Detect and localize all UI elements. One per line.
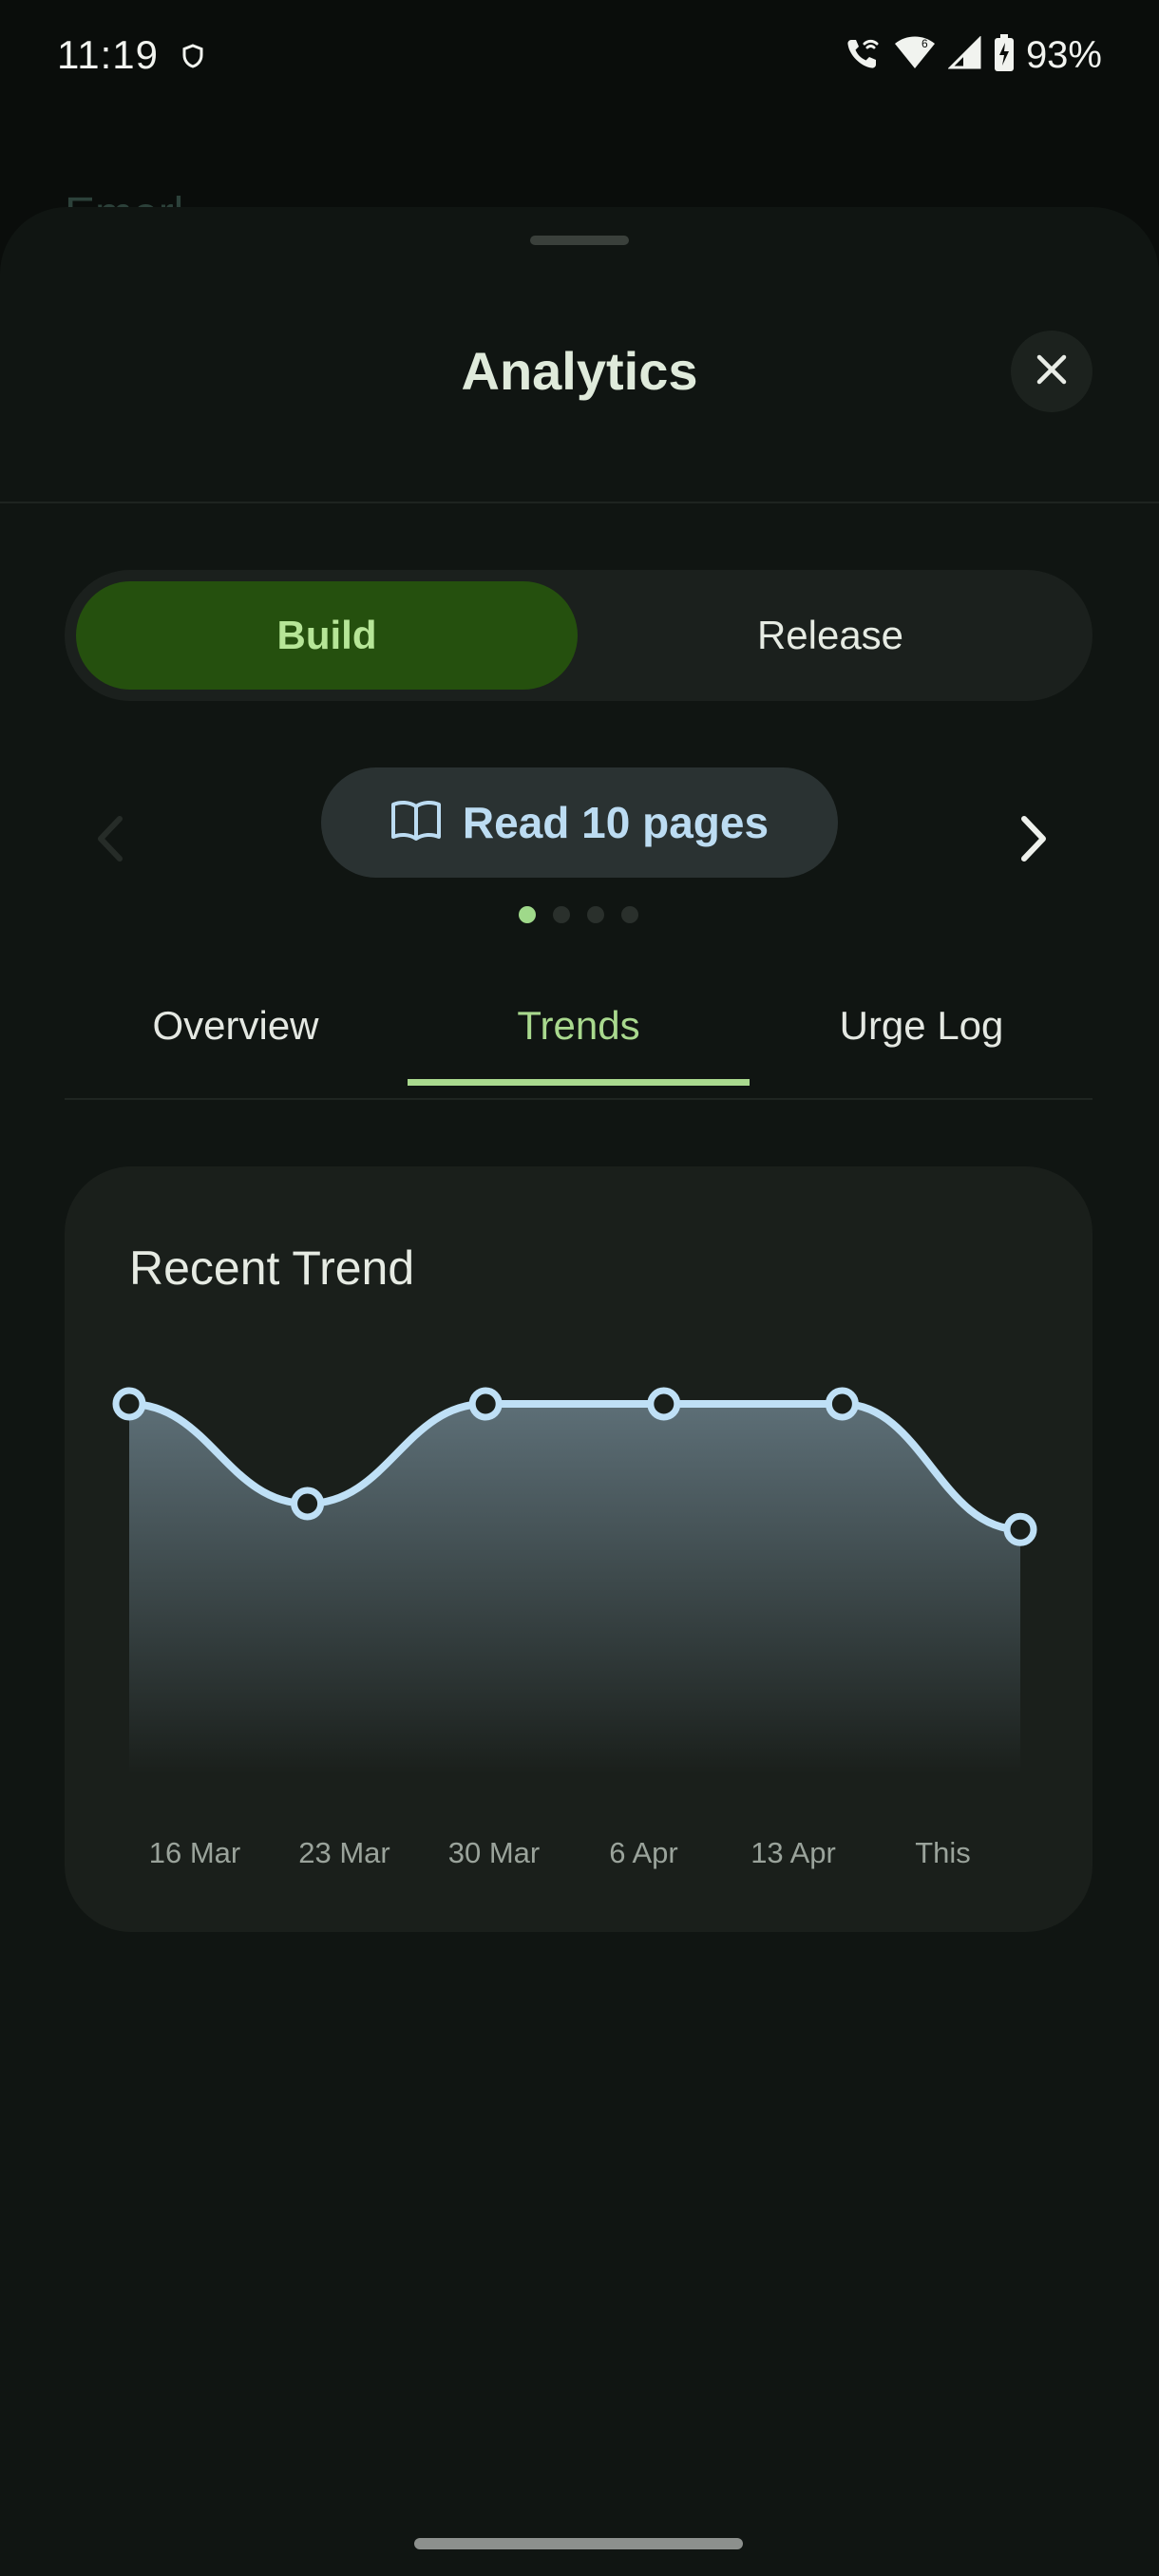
tab-overview[interactable]: Overview (65, 967, 407, 1085)
wifi-icon: 6 (893, 34, 937, 77)
signal-icon (947, 35, 982, 75)
status-time: 11:19 (57, 32, 159, 77)
close-icon (1036, 353, 1068, 390)
x-tick-label: 6 Apr (609, 1836, 677, 1869)
analytics-sheet: Analytics Build Release Read 10 pages Ov… (0, 207, 1159, 2576)
x-tick-label: 13 Apr (750, 1836, 836, 1869)
battery-charging-icon (994, 34, 1015, 77)
page-dot-active (519, 906, 536, 923)
page-dot (553, 906, 570, 923)
trend-point (825, 1387, 859, 1421)
chevron-right-icon[interactable] (1018, 815, 1049, 867)
trend-point (291, 1487, 325, 1521)
wifi-call-icon (844, 34, 882, 77)
chevron-left-icon[interactable] (95, 815, 125, 867)
trend-point (468, 1387, 503, 1421)
drag-handle[interactable] (530, 236, 629, 245)
trend-chart: 16 Mar 23 Mar 30 Mar 6 Apr 13 Apr This (112, 1387, 1037, 1869)
tab-selected-indicator (408, 1079, 750, 1086)
sheet-title: Analytics (461, 341, 698, 401)
page-indicator (519, 906, 638, 923)
trend-point (647, 1387, 681, 1421)
tabs-divider (65, 1098, 1092, 1100)
segment-release[interactable]: Release (580, 581, 1081, 690)
page-dot (621, 906, 638, 923)
build-release-toggle: Build Release (65, 570, 1092, 701)
close-button[interactable] (1011, 331, 1092, 412)
segment-build[interactable]: Build (76, 581, 578, 690)
recent-trend-card: Recent Trend 16 Mar 23 Mar 30 Mar 6 Apr 13 A… (65, 1166, 1092, 1932)
x-tick-label: 30 Mar (448, 1836, 540, 1869)
tab-trends[interactable]: Trends (408, 967, 750, 1085)
trend-point (112, 1387, 146, 1421)
analytics-tabs: Overview Trends Urge Log (65, 967, 1092, 1086)
home-indicator (414, 2538, 743, 2549)
goal-label: Read 10 pages (462, 798, 770, 847)
status-right: 6 93% (844, 34, 1102, 77)
x-tick-label: This (915, 1836, 971, 1869)
status-bar: 11:19 6 93% (0, 0, 1159, 114)
goal-chip[interactable]: Read 10 pages (321, 767, 838, 878)
svg-text:6: 6 (922, 37, 928, 50)
x-tick-label: 23 Mar (298, 1836, 390, 1869)
book-icon (390, 799, 442, 847)
page-dot (587, 906, 604, 923)
battery-percent: 93% (1025, 34, 1102, 76)
shield-icon (182, 44, 203, 73)
header-divider (0, 502, 1159, 503)
trend-area (129, 1404, 1020, 1774)
x-tick-label: 16 Mar (149, 1836, 240, 1869)
trend-point (1003, 1512, 1037, 1546)
tab-urge-log[interactable]: Urge Log (750, 967, 1092, 1085)
